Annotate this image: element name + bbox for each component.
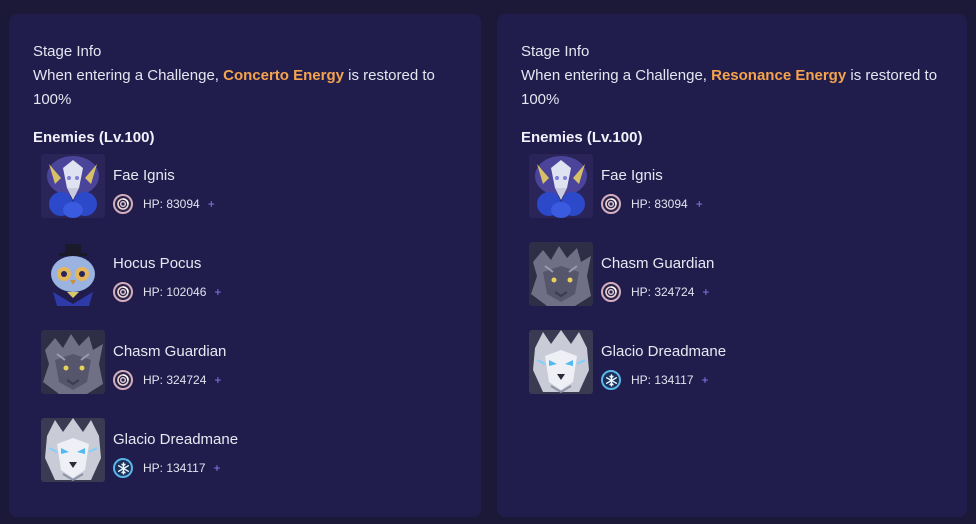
description-text: When entering a Challenge, xyxy=(521,67,712,84)
enemy-hp: HP: 134117 xyxy=(143,461,206,475)
enemy-name: Fae Ignis xyxy=(601,167,663,184)
enemy-stats: HP: 324724 + xyxy=(113,368,221,392)
stage-info-description: When entering a Challenge, Concerto Ener… xyxy=(33,64,457,112)
enemy-hp: HP: 102046 xyxy=(143,285,207,299)
glacio-element-icon xyxy=(113,458,133,478)
expand-plus-icon[interactable]: + xyxy=(702,373,709,387)
enemy-name: Glacio Dreadmane xyxy=(113,431,239,448)
expand-plus-icon[interactable]: + xyxy=(214,461,221,475)
enemy-stats: HP: 83094 + xyxy=(601,192,703,216)
enemy-hp: HP: 134117 xyxy=(631,373,694,387)
stage-panel-left: Stage Info When entering a Challenge, Co… xyxy=(9,14,481,517)
description-text: When entering a Challenge, xyxy=(33,67,224,84)
expand-plus-icon[interactable]: + xyxy=(702,285,709,299)
enemy-name: Chasm Guardian xyxy=(113,343,227,360)
enemies-heading: Enemies (Lv.100) xyxy=(521,129,643,146)
enemy-list: Fae Ignis HP: 83094 + Hocus Pocus HP: 10… xyxy=(33,154,457,506)
enemy-entry[interactable]: Hocus Pocus HP: 102046 + xyxy=(33,242,457,330)
enemy-hp: HP: 83094 xyxy=(143,197,200,211)
enemy-entry[interactable]: Fae Ignis HP: 83094 + xyxy=(521,154,943,242)
stage-info-description: When entering a Challenge, Resonance Ene… xyxy=(521,64,943,112)
enemy-stats: HP: 324724 + xyxy=(601,280,709,304)
enemy-portrait xyxy=(41,418,105,482)
enemy-portrait xyxy=(41,330,105,394)
energy-highlight: Resonance Energy xyxy=(711,67,847,84)
enemy-name: Fae Ignis xyxy=(113,167,175,184)
spectro-element-icon xyxy=(113,370,133,390)
expand-plus-icon[interactable]: + xyxy=(696,197,703,211)
enemy-portrait xyxy=(529,242,593,306)
enemy-hp: HP: 324724 xyxy=(143,373,207,387)
glacio-element-icon xyxy=(601,370,621,390)
expand-plus-icon[interactable]: + xyxy=(214,373,221,387)
spectro-element-icon xyxy=(601,282,621,302)
enemy-entry[interactable]: Chasm Guardian HP: 324724 + xyxy=(521,242,943,330)
spectro-element-icon xyxy=(113,282,133,302)
enemy-portrait xyxy=(41,242,105,306)
enemy-name: Hocus Pocus xyxy=(113,255,202,272)
enemies-heading: Enemies (Lv.100) xyxy=(33,129,155,146)
enemy-hp: HP: 324724 xyxy=(631,285,695,299)
enemy-entry[interactable]: Chasm Guardian HP: 324724 + xyxy=(33,330,457,418)
spectro-element-icon xyxy=(601,194,621,214)
enemy-hp: HP: 83094 xyxy=(631,197,688,211)
enemy-portrait xyxy=(529,154,593,218)
enemy-list: Fae Ignis HP: 83094 + Chasm Guardian HP:… xyxy=(521,154,943,418)
stage-info-title: Stage Info xyxy=(521,43,590,60)
enemy-portrait xyxy=(41,154,105,218)
enemy-portrait xyxy=(529,330,593,394)
enemy-stats: HP: 102046 + xyxy=(113,280,221,304)
enemy-name: Chasm Guardian xyxy=(601,255,715,272)
enemy-stats: HP: 83094 + xyxy=(113,192,215,216)
enemy-stats: HP: 134117 + xyxy=(601,368,709,392)
spectro-element-icon xyxy=(113,194,133,214)
enemy-entry[interactable]: Fae Ignis HP: 83094 + xyxy=(33,154,457,242)
energy-highlight: Concerto Energy xyxy=(223,67,344,84)
enemy-name: Glacio Dreadmane xyxy=(601,343,727,360)
expand-plus-icon[interactable]: + xyxy=(208,197,215,211)
enemy-entry[interactable]: Glacio Dreadmane HP: 134117 + xyxy=(521,330,943,418)
expand-plus-icon[interactable]: + xyxy=(214,285,221,299)
stage-info-title: Stage Info xyxy=(33,43,102,60)
stage-panel-right: Stage Info When entering a Challenge, Re… xyxy=(497,14,967,517)
enemy-entry[interactable]: Glacio Dreadmane HP: 134117 + xyxy=(33,418,457,506)
enemy-stats: HP: 134117 + xyxy=(113,456,221,480)
